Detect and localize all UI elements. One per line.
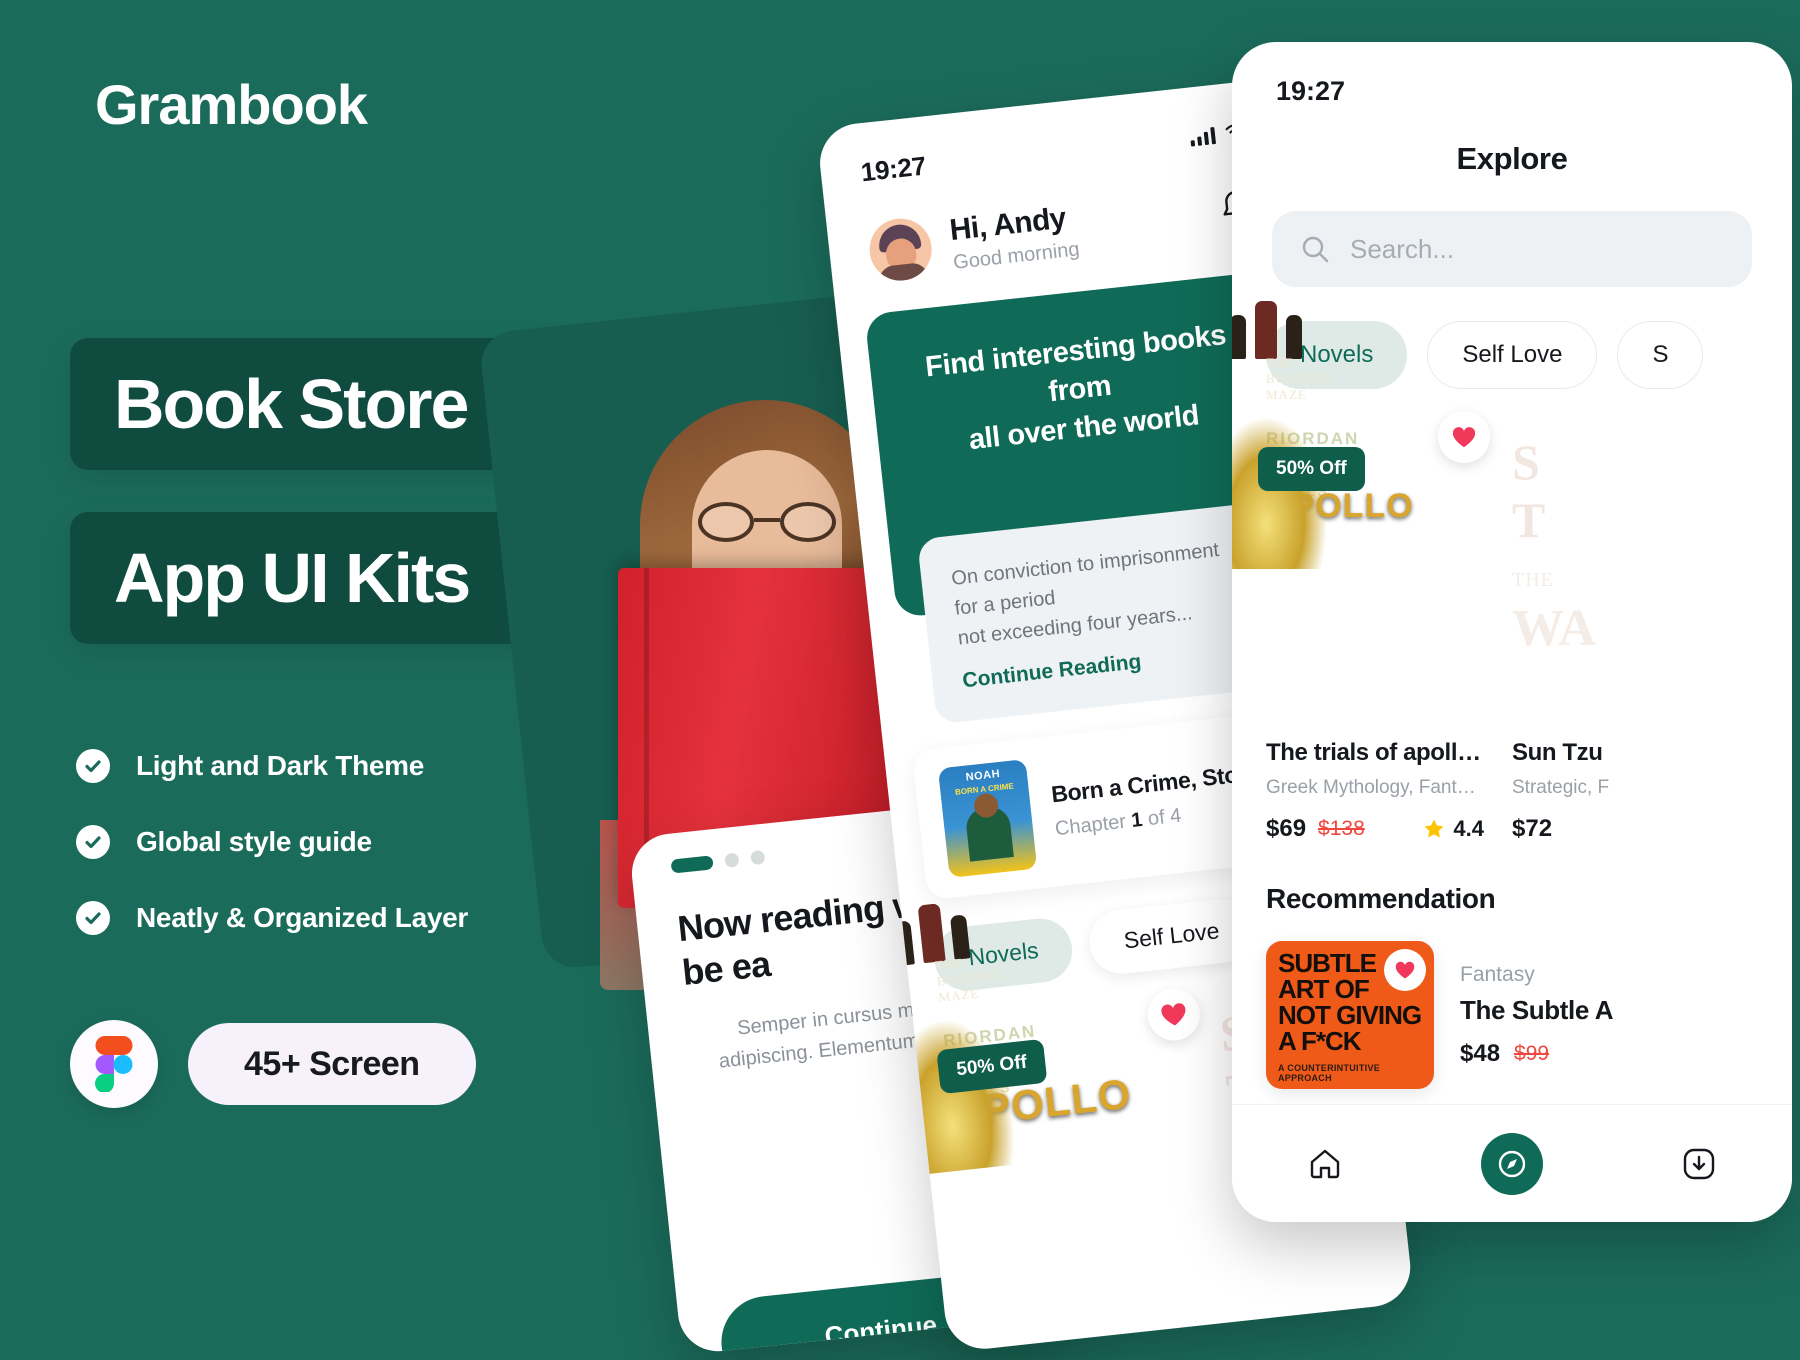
book-cover-subtle-art: SUBTLE ART OF NOT GIVING A F*CK A COUNTE… [1266, 941, 1434, 1089]
book-genre: Greek Mythology, Fantasy [1266, 777, 1484, 798]
section-title-recommendation: Recommendation [1266, 883, 1496, 914]
book-rating: 4.4 [1423, 816, 1484, 842]
book-card[interactable]: 50% Off RIORDAN THE TRIALS OF APOLLO THE… [881, 903, 1243, 1353]
glasses-icon [696, 502, 838, 542]
phone-explore: 19:27 Explore Search... Novels Self Love… [1232, 42, 1792, 1222]
status-time: 19:27 [1276, 76, 1346, 106]
star-icon [1424, 819, 1444, 838]
chip-science[interactable]: S [1617, 321, 1704, 389]
avatar[interactable] [866, 215, 935, 284]
book-title: The trials of apollo th... [1266, 739, 1484, 766]
book-title: Sun Tzu – T [1256, 1336, 1414, 1353]
hero-line2: all over the world [967, 398, 1201, 456]
download-icon[interactable] [1668, 1133, 1730, 1195]
status-bar: 19:27 [1232, 42, 1792, 107]
category-chips: Novels Self Love S [1266, 321, 1792, 389]
mockup-stage: Now reading will be ea Semper in cursus … [0, 0, 1800, 1360]
recommendation-item[interactable]: SUBTLE ART OF NOT GIVING A F*CK A COUNTE… [1266, 941, 1792, 1089]
book-grid: 50% Off RIORDAN THE TRIALS OF APOLLO THE… [1232, 301, 1792, 843]
favorite-heart-icon[interactable] [1145, 985, 1203, 1043]
continue-button-label: Continue [823, 1308, 939, 1351]
book-genre: Fantasy [1460, 962, 1535, 986]
book-cover-born-a-crime: NOAH BORN A CRIME [937, 758, 1038, 878]
favorite-heart-icon[interactable] [1384, 949, 1426, 991]
book-old-price: $138 [1318, 817, 1365, 840]
compass-icon[interactable] [1480, 1132, 1543, 1195]
hero-line1: Find interesting books from [923, 319, 1228, 409]
book-genre: Strategic, F [1512, 777, 1610, 798]
chip-self-love[interactable]: Self Love [1427, 321, 1598, 389]
book-old-price: $99 [1514, 1041, 1550, 1065]
book-price: $69 [1266, 815, 1307, 842]
book-price: $72 [1512, 815, 1553, 842]
book-card[interactable]: 50% Off RIORDAN THE TRIALS OF APOLLO THE… [1232, 301, 1490, 843]
search-icon [1302, 236, 1329, 263]
dot-2[interactable] [724, 852, 740, 868]
cover-footer: A COUNTERINTUITIVE APPROACH [1278, 1063, 1381, 1083]
search-placeholder: Search... [1350, 233, 1455, 264]
discount-badge: 50% Off [1258, 447, 1365, 491]
home-icon[interactable] [1294, 1133, 1356, 1195]
book-title: Sun Tzu [1512, 739, 1603, 766]
search-input[interactable]: Search... [1272, 211, 1752, 287]
book-price: $48 [1460, 1039, 1501, 1067]
book-card[interactable]: S T THE WA Sun Tzu Strategic, F $72 [1512, 419, 1730, 843]
dot-3[interactable] [750, 849, 766, 866]
book-title: The Subtle A [1460, 994, 1614, 1025]
favorite-heart-icon[interactable] [1438, 411, 1490, 463]
bottom-navigation [1232, 1104, 1792, 1222]
page-title: Explore [1456, 141, 1568, 176]
dot-1[interactable] [670, 855, 714, 874]
signal-bars-icon [1189, 125, 1217, 147]
